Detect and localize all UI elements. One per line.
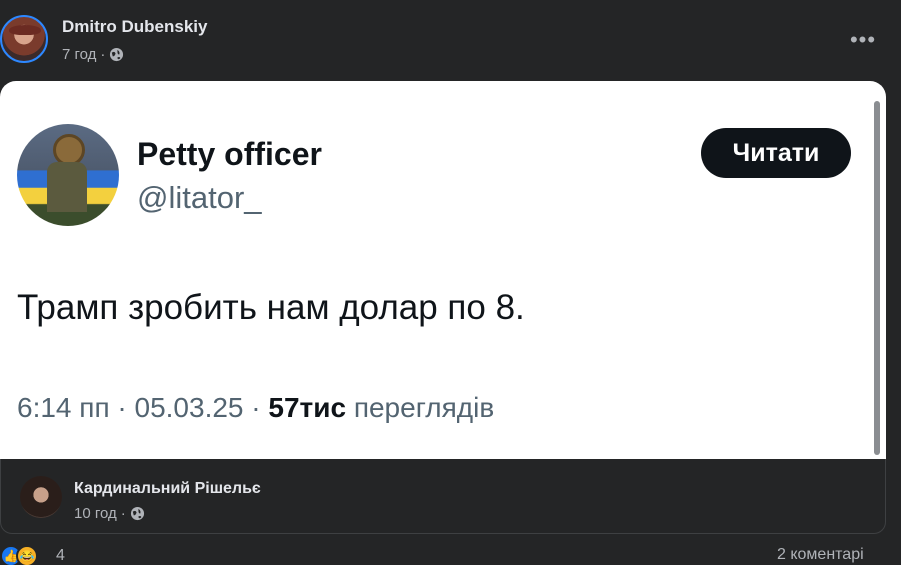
meta-separator: · <box>100 46 106 63</box>
reactions-summary[interactable]: 👍 😂 4 <box>0 545 65 565</box>
post-meta: 7 год · <box>62 46 124 63</box>
post-timestamp[interactable]: 7 год <box>62 46 96 63</box>
facebook-post: Dmitro Dubenskiy 7 год · ••• Petty offic… <box>0 0 901 565</box>
shared-timestamp[interactable]: 10 год <box>74 505 117 522</box>
tweet-scrollbar <box>874 101 880 455</box>
tweet-display-name: Petty officer <box>137 136 322 172</box>
more-options-button[interactable]: ••• <box>845 26 881 54</box>
tweet-views-count: 57тис <box>268 392 347 423</box>
tweet-date: 05.03.25 <box>134 392 244 423</box>
haha-reaction-icon: 😂 <box>16 545 38 565</box>
author-avatar[interactable] <box>0 15 48 63</box>
tweet-views-label: переглядів <box>346 392 495 423</box>
tweet-avatar <box>17 124 119 226</box>
tweet-text: Трамп зробить нам долар по 8. <box>17 288 525 327</box>
comments-count-link[interactable]: 2 коментарі <box>777 546 864 564</box>
shared-author-name[interactable]: Кардинальний Рішельє <box>74 480 261 498</box>
shared-post-attribution[interactable]: Кардинальний Рішельє 10 год · <box>0 459 886 534</box>
globe-icon <box>130 506 144 521</box>
tweet-handle: @litator_ <box>137 180 262 215</box>
tweet-time: 6:14 пп <box>17 392 110 423</box>
globe-icon <box>110 47 124 62</box>
shared-post-meta: 10 год · <box>74 505 145 522</box>
author-name[interactable]: Dmitro Dubenskiy <box>62 17 207 37</box>
follow-button: Читати <box>701 128 851 178</box>
tweet-dot: · <box>243 392 269 423</box>
embedded-tweet-image[interactable]: Petty officer @litator_ Читати Трамп зро… <box>0 81 886 459</box>
avatar-hat-shape <box>9 25 41 35</box>
avatar-body-shape <box>47 162 87 212</box>
meta-separator: · <box>120 505 126 522</box>
tweet-dot: · <box>109 392 135 423</box>
reaction-count: 4 <box>56 547 65 564</box>
shared-author-avatar[interactable] <box>20 476 62 518</box>
tweet-footer: 6:14 пп · 05.03.25 · 57тис переглядів <box>17 392 494 424</box>
